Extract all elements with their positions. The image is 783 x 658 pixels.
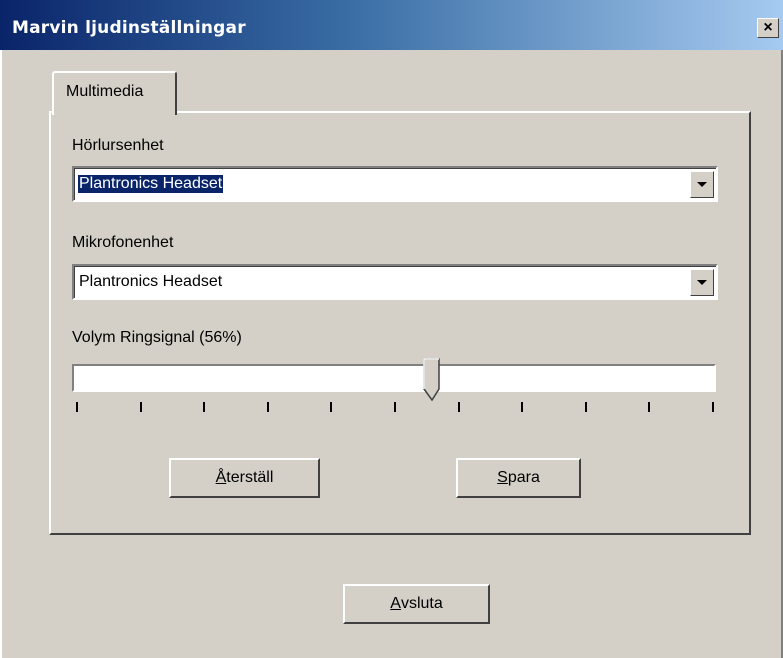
headset-select-value: Plantronics Headset <box>78 175 224 193</box>
close-icon: × <box>763 19 773 36</box>
settings-dialog: Marvin ljudinställningar × Multimedia Hö… <box>0 0 783 658</box>
save-button[interactable]: Spara <box>456 458 581 498</box>
window-title: Marvin ljudinställningar <box>12 18 246 38</box>
volume-slider-thumb[interactable] <box>423 358 441 402</box>
close-button[interactable]: × <box>757 18 779 38</box>
exit-button[interactable]: Avsluta <box>343 584 490 624</box>
headset-select[interactable]: Plantronics Headset <box>72 166 718 202</box>
volume-label: Volym Ringsignal (56%) <box>72 329 242 346</box>
slider-tick <box>584 402 587 412</box>
window-border-left <box>0 50 2 658</box>
slider-tick <box>457 402 460 412</box>
slider-tick <box>648 402 651 412</box>
volume-slider-ticks <box>72 402 716 414</box>
slider-tick <box>203 402 206 412</box>
slider-tick <box>139 402 142 412</box>
slider-tick <box>521 402 524 412</box>
reset-button[interactable]: Återställ <box>169 458 320 498</box>
title-bar[interactable]: Marvin ljudinställningar × <box>0 0 783 50</box>
slider-tick <box>76 402 78 412</box>
tab-multimedia[interactable]: Multimedia <box>52 71 177 115</box>
chevron-down-icon <box>697 280 707 285</box>
save-button-mnemonic: S <box>497 469 508 486</box>
save-button-label: para <box>507 469 540 486</box>
microphone-select-value: Plantronics Headset <box>79 273 223 290</box>
exit-button-label: vsluta <box>400 595 443 612</box>
microphone-label: Mikrofonenhet <box>72 234 174 251</box>
slider-tick <box>712 402 714 412</box>
chevron-down-icon <box>697 182 707 187</box>
microphone-select[interactable]: Plantronics Headset <box>72 264 718 300</box>
slider-tick <box>330 402 333 412</box>
reset-button-mnemonic: Å <box>215 469 227 486</box>
headset-dropdown-button[interactable] <box>690 171 714 198</box>
slider-tick <box>394 402 396 412</box>
slider-tick <box>266 402 269 412</box>
headset-label: Hörlursenhet <box>72 137 164 154</box>
tab-multimedia-label: Multimedia <box>66 83 144 100</box>
exit-button-mnemonic: A <box>390 595 401 612</box>
volume-slider-track[interactable] <box>72 364 716 392</box>
reset-button-label: terställ <box>226 469 274 486</box>
microphone-dropdown-button[interactable] <box>690 269 714 296</box>
